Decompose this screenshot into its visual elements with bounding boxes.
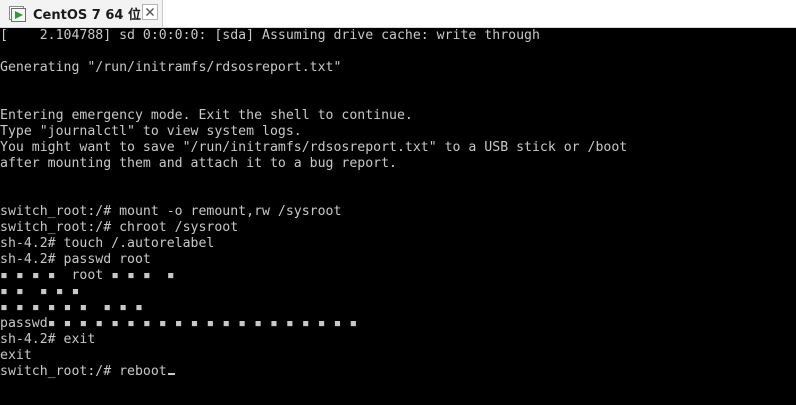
console-line-garbled: ▪ ▪ ▪ ▪ ▪ ▪ ▪ ▪ ▪ xyxy=(0,300,143,315)
console-line: sh-4.2# touch /.autorelabel xyxy=(0,236,215,251)
console-line: sh-4.2# exit xyxy=(0,332,96,347)
console-line: You might want to save "/run/initramfs/r… xyxy=(0,140,628,155)
console-prompt-line[interactable]: switch_root:/# reboot xyxy=(0,364,175,380)
vm-play-icon xyxy=(9,6,26,22)
close-icon[interactable] xyxy=(142,4,158,20)
console-line-garbled: ▪ ▪ ▪ ▪ root ▪ ▪ ▪ ▪ xyxy=(0,268,175,283)
console-line-garbled: passwd▪ ▪ ▪ ▪ ▪ ▪ ▪ ▪ ▪ ▪ ▪ ▪ ▪ ▪ ▪ ▪ ▪ … xyxy=(0,316,358,331)
console-line: exit xyxy=(0,348,32,363)
vm-tab[interactable]: CentOS 7 64 位 xyxy=(0,0,163,27)
console-line: after mounting them and attach it to a b… xyxy=(0,156,397,171)
console-screen[interactable]: [ 2.104788] sd 0:0:0:0: [sda] Assuming d… xyxy=(0,28,796,405)
console-line: Entering emergency mode. Exit the shell … xyxy=(0,108,413,123)
console-line: switch_root:/# reboot xyxy=(0,364,167,379)
console-line-garbled: ▪ ▪ ▪ ▪ ▪ xyxy=(0,284,80,299)
console-line: sh-4.2# passwd root xyxy=(0,252,151,267)
text-cursor xyxy=(167,373,175,375)
console-line: Type "journalctl" to view system logs. xyxy=(0,124,302,139)
tab-title: CentOS 7 64 位 xyxy=(33,8,141,23)
console-line: [ 2.104788] sd 0:0:0:0: [sda] Assuming d… xyxy=(0,28,540,43)
console-line: switch_root:/# chroot /sysroot xyxy=(0,220,239,235)
console-line: switch_root:/# mount -o remount,rw /sysr… xyxy=(0,204,342,219)
tab-bar: CentOS 7 64 位 xyxy=(0,0,796,28)
console-line: Generating "/run/initramfs/rdsosreport.t… xyxy=(0,60,342,75)
